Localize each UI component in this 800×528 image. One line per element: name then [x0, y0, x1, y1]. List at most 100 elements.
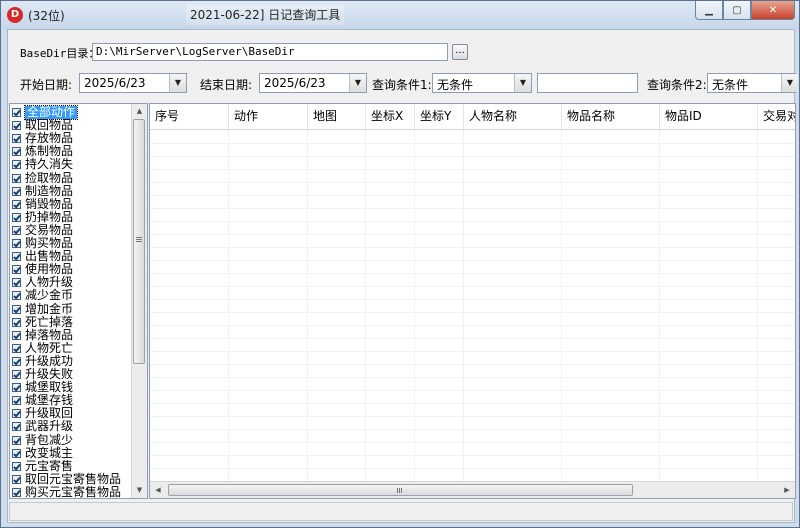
column-header[interactable]: 坐标Y — [415, 104, 464, 129]
condition2-dropdown-icon[interactable]: ▼ — [781, 74, 798, 92]
checkbox-checked-icon[interactable] — [12, 173, 21, 183]
grid-horizontal-scrollbar[interactable]: ◀ ▶ — [150, 481, 795, 498]
condition1-dropdown-icon[interactable]: ▼ — [514, 74, 531, 92]
checklist-scrollbar[interactable]: ▲ ▼ — [131, 104, 147, 498]
scroll-left-icon[interactable]: ◀ — [151, 483, 165, 497]
column-header[interactable]: 交易对象 — [758, 104, 795, 129]
checkbox-checked-icon[interactable] — [12, 435, 21, 445]
checkbox-checked-icon[interactable] — [12, 239, 21, 248]
checklist-item[interactable]: 购买元宝寄售物品 — [12, 485, 121, 498]
checklist-item[interactable]: 取回物品 — [12, 119, 73, 132]
checklist-item[interactable]: 人物死亡 — [12, 341, 73, 355]
checkbox-checked-icon[interactable] — [12, 252, 21, 262]
column-header[interactable]: 坐标X — [366, 104, 415, 129]
start-date-dropdown-icon[interactable]: ▼ — [169, 74, 186, 92]
checkbox-checked-icon[interactable] — [12, 186, 21, 196]
checkbox-checked-icon[interactable] — [12, 304, 21, 314]
checklist-item[interactable]: 取回元宝寄售物品 — [12, 472, 121, 486]
checklist-item[interactable]: 减少金币 — [12, 289, 73, 302]
checklist-item[interactable]: 销毁物品 — [12, 197, 73, 211]
checklist-item[interactable]: 交易物品 — [12, 223, 73, 237]
checklist-item[interactable]: 出售物品 — [12, 250, 73, 263]
close-button[interactable]: ✕ — [751, 1, 795, 20]
grid-scroll-thumb[interactable] — [168, 484, 633, 496]
checklist-item[interactable]: 全部动作 — [12, 105, 79, 120]
checklist-scroll-thumb[interactable] — [133, 119, 145, 364]
checklist-item[interactable]: 武器升级 — [12, 420, 73, 433]
title-bar[interactable]: D (32位) 2021-06-22] 日记查询工具 ▁ ▢ ✕ — [1, 1, 799, 29]
checklist-item[interactable]: 购买物品 — [12, 237, 73, 250]
checkbox-checked-icon[interactable] — [12, 487, 21, 497]
checkbox-checked-icon[interactable] — [12, 278, 21, 288]
checklist-item[interactable]: 人物升级 — [12, 276, 73, 289]
checkbox-checked-icon[interactable] — [12, 212, 21, 222]
checklist-item[interactable]: 元宝寄售 — [12, 459, 73, 473]
scroll-up-icon[interactable]: ▲ — [133, 105, 146, 118]
checklist-item[interactable]: 炼制物品 — [12, 145, 73, 158]
column-header[interactable]: 人物名称 — [464, 104, 562, 129]
column-header[interactable]: 地图 — [308, 104, 366, 129]
condition2-select[interactable]: 无条件 ▼ — [707, 73, 798, 93]
scroll-right-icon[interactable]: ▶ — [780, 483, 794, 497]
end-date-picker[interactable]: 2025/6/23 ▼ — [259, 73, 367, 93]
checklist-item-label: 捡取物品 — [25, 170, 74, 185]
checkbox-checked-icon[interactable] — [12, 343, 21, 353]
maximize-button[interactable]: ▢ — [723, 1, 751, 20]
checkbox-checked-icon[interactable] — [12, 199, 21, 209]
table-row — [150, 130, 795, 144]
checkbox-checked-icon[interactable] — [12, 356, 21, 366]
checkbox-checked-icon[interactable] — [12, 291, 21, 301]
checkbox-checked-icon[interactable] — [12, 370, 21, 379]
checklist-item[interactable]: 捡取物品 — [12, 170, 74, 185]
checklist-item[interactable]: 制造物品 — [12, 184, 73, 198]
checklist-item[interactable]: 背包减少 — [12, 433, 73, 447]
table-row — [150, 416, 795, 430]
checkbox-checked-icon[interactable] — [12, 474, 21, 484]
column-header[interactable]: 物品名称 — [562, 104, 660, 129]
results-grid[interactable]: 序号动作地图坐标X坐标Y人物名称物品名称物品ID交易对象 ◀ ▶ — [149, 103, 796, 499]
checkbox-checked-icon[interactable] — [12, 448, 21, 458]
checkbox-checked-icon[interactable] — [12, 383, 21, 393]
scroll-down-icon[interactable]: ▼ — [133, 484, 146, 497]
checkbox-checked-icon[interactable] — [12, 225, 21, 235]
checklist-item[interactable]: 持久消失 — [12, 158, 73, 171]
checkbox-checked-icon[interactable] — [12, 134, 21, 144]
checklist-item[interactable]: 掉落物品 — [12, 328, 73, 342]
minimize-button[interactable]: ▁ — [695, 1, 723, 20]
checklist-item[interactable]: 改变城主 — [12, 446, 73, 460]
checkbox-checked-icon[interactable] — [12, 409, 21, 419]
checklist-item[interactable]: 存放物品 — [12, 132, 73, 145]
column-header[interactable]: 动作 — [229, 104, 308, 129]
start-date-picker[interactable]: 2025/6/23 ▼ — [79, 73, 187, 93]
condition1-select[interactable]: 无条件 ▼ — [432, 73, 532, 93]
checklist-item[interactable]: 扔掉物品 — [12, 210, 73, 224]
action-checklist[interactable]: 购买元宝寄售物品 取回元宝寄售物品 元宝寄售 改变城主 背包减少 武器升级 升级取回 城堡存钱… — [9, 103, 148, 499]
checklist-item[interactable]: 死亡掉落 — [12, 315, 73, 329]
checkbox-checked-icon[interactable] — [12, 108, 21, 117]
minimize-icon: ▁ — [705, 4, 713, 16]
checkbox-checked-icon[interactable] — [12, 265, 21, 275]
checklist-item[interactable]: 城堡取钱 — [12, 381, 73, 394]
column-divider — [757, 130, 758, 482]
checklist-item[interactable]: 使用物品 — [12, 263, 73, 276]
checkbox-checked-icon[interactable] — [12, 461, 21, 471]
end-date-label: 结束日期: — [200, 78, 253, 92]
browse-button[interactable]: ... — [452, 44, 468, 60]
column-header[interactable]: 物品ID — [660, 104, 758, 129]
checklist-item[interactable]: 升级失败 — [12, 368, 73, 381]
column-header[interactable]: 序号 — [150, 104, 229, 129]
condition1-text-input[interactable] — [537, 73, 638, 93]
checkbox-checked-icon[interactable] — [12, 160, 21, 170]
checklist-item[interactable]: 城堡存钱 — [12, 394, 73, 407]
checklist-item[interactable]: 升级取回 — [12, 407, 73, 420]
checkbox-checked-icon[interactable] — [12, 317, 21, 327]
checkbox-checked-icon[interactable] — [12, 121, 21, 131]
checklist-item[interactable]: 升级成功 — [12, 354, 73, 368]
checkbox-checked-icon[interactable] — [12, 330, 21, 340]
checklist-item[interactable]: 增加金币 — [12, 302, 73, 316]
checkbox-checked-icon[interactable] — [12, 422, 21, 432]
checkbox-checked-icon[interactable] — [12, 396, 21, 406]
end-date-dropdown-icon[interactable]: ▼ — [349, 74, 366, 92]
checkbox-checked-icon[interactable] — [12, 147, 21, 157]
basedir-path-input[interactable]: D:\MirServer\LogServer\BaseDir — [92, 43, 448, 61]
